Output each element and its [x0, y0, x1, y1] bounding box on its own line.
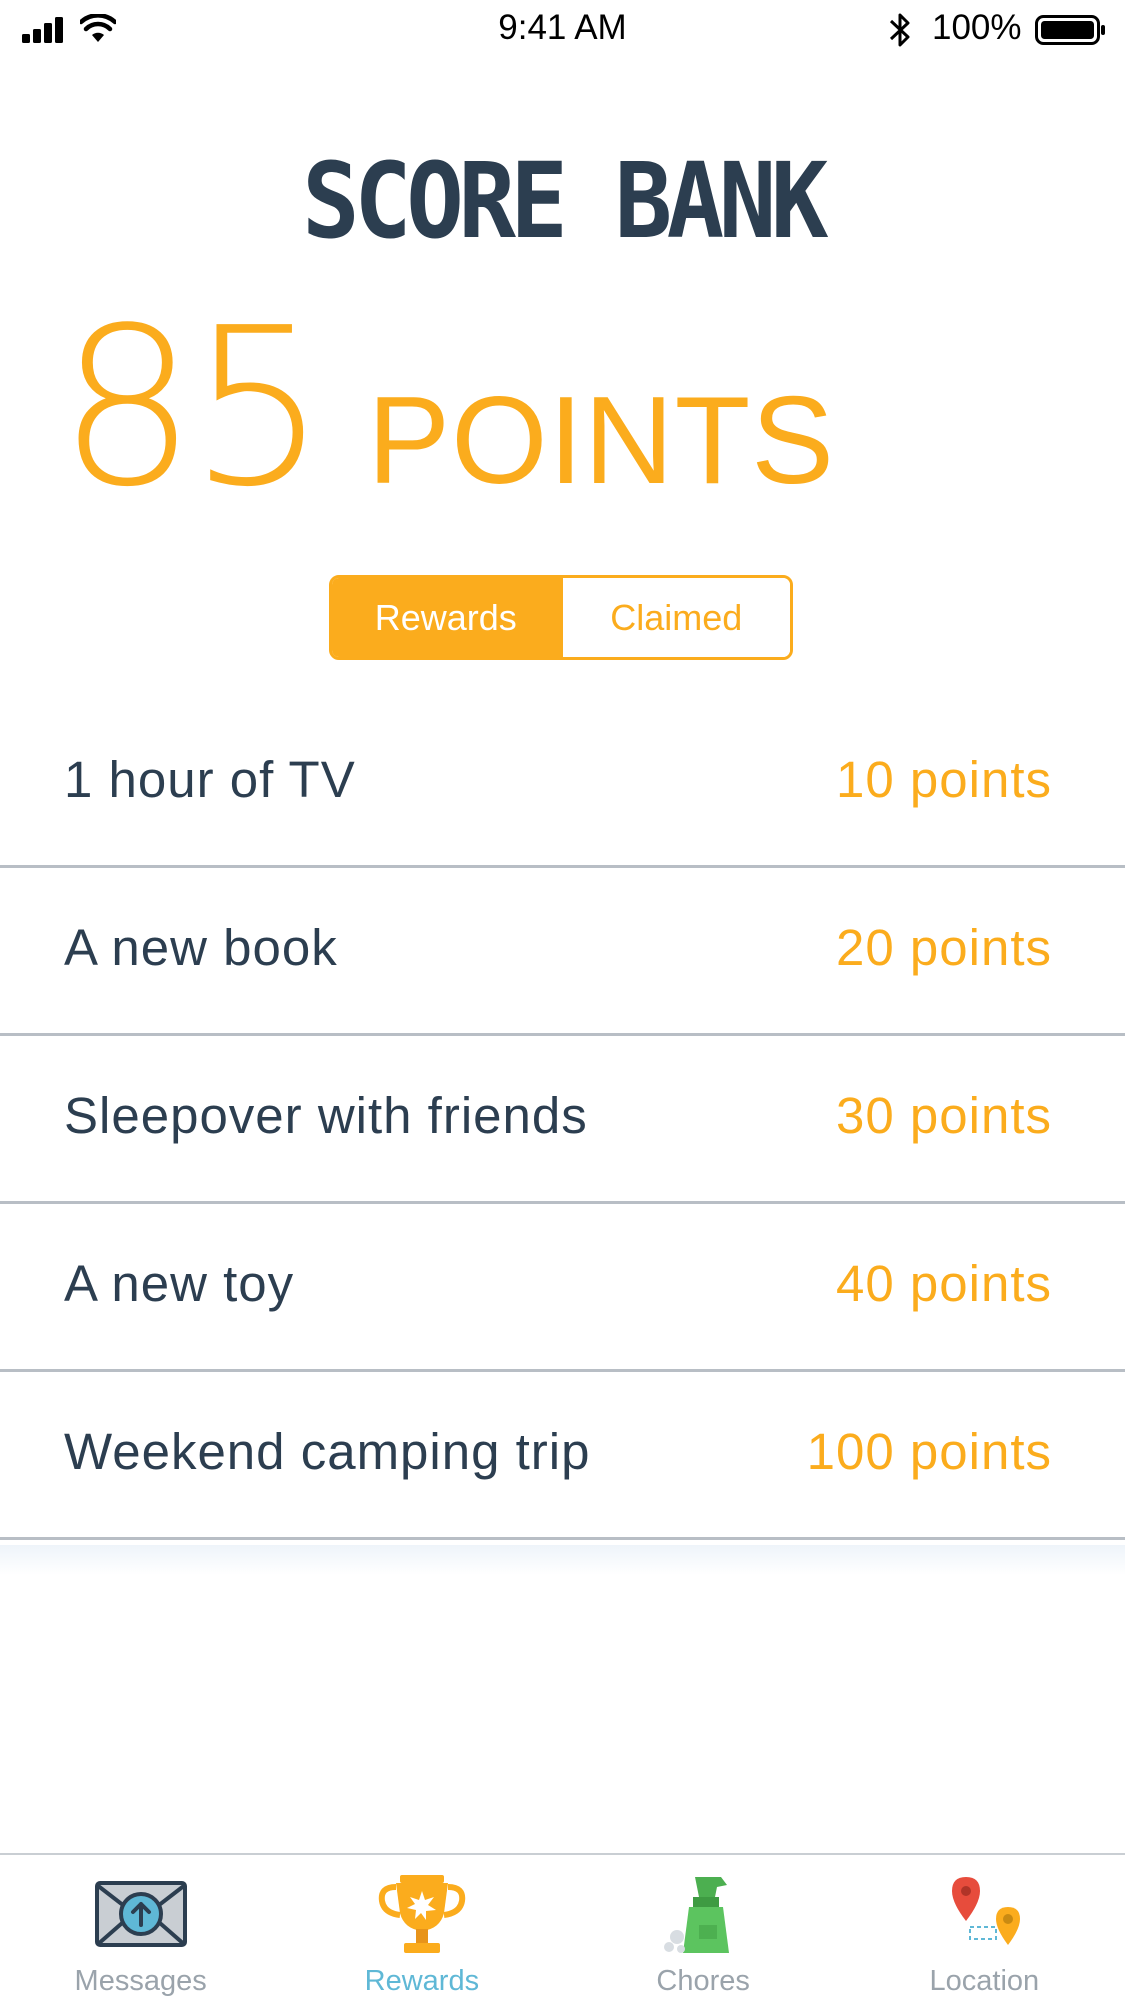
segment-rewards[interactable]: Rewards [332, 578, 560, 657]
points-balance: 85 POINTS [58, 300, 835, 518]
rewards-claimed-segmented-control: Rewards Claimed [329, 575, 793, 660]
points-value: 85 [58, 282, 327, 535]
reward-row[interactable]: 1 hour of TV 10 points [0, 700, 1125, 868]
reward-name: A new book [64, 919, 338, 976]
tab-label: Rewards [364, 1965, 480, 1997]
tab-messages[interactable]: Messages [0, 1855, 281, 2001]
reward-row[interactable]: Sleepover with friends 30 points [0, 1036, 1125, 1204]
list-shadow [0, 1545, 1125, 1575]
battery-icon [1035, 15, 1105, 45]
tab-location[interactable]: Location [844, 1855, 1125, 2001]
status-bar: 9:41 AM 100% [0, 0, 1125, 60]
points-unit: POINTS [367, 372, 836, 510]
bluetooth-icon [889, 13, 910, 47]
map-pins-icon [952, 1877, 1021, 1945]
reward-cost: 20 points [836, 919, 1052, 976]
tab-label: Location [929, 1965, 1040, 1997]
reward-row[interactable]: Weekend camping trip 100 points [0, 1372, 1125, 1540]
reward-cost: 30 points [836, 1087, 1052, 1144]
reward-name: Weekend camping trip [64, 1423, 591, 1480]
reward-row[interactable]: A new book 20 points [0, 868, 1125, 1036]
reward-name: A new toy [64, 1255, 295, 1312]
tab-chores[interactable]: Chores [563, 1855, 844, 2001]
tab-label: Chores [656, 1965, 750, 1997]
page-title: SCORE BANK [302, 140, 828, 262]
reward-name: 1 hour of TV [64, 751, 356, 808]
battery-percent: 100% [932, 8, 1022, 47]
reward-row[interactable]: A new toy 40 points [0, 1204, 1125, 1372]
reward-cost: 10 points [836, 751, 1052, 808]
reward-cost: 100 points [806, 1423, 1052, 1480]
envelope-icon [94, 1881, 187, 1947]
segment-claimed[interactable]: Claimed [559, 578, 790, 657]
reward-list: 1 hour of TV 10 points A new book 20 poi… [0, 700, 1125, 1540]
tab-rewards[interactable]: Rewards [281, 1855, 562, 2001]
spray-bottle-icon [664, 1877, 730, 1953]
tab-bar: Messages Rewards Chores Location [0, 1853, 1125, 2001]
trophy-icon [378, 1875, 466, 1953]
reward-name: Sleepover with friends [64, 1087, 588, 1144]
reward-cost: 40 points [836, 1255, 1052, 1312]
tab-label: Messages [74, 1965, 207, 1997]
